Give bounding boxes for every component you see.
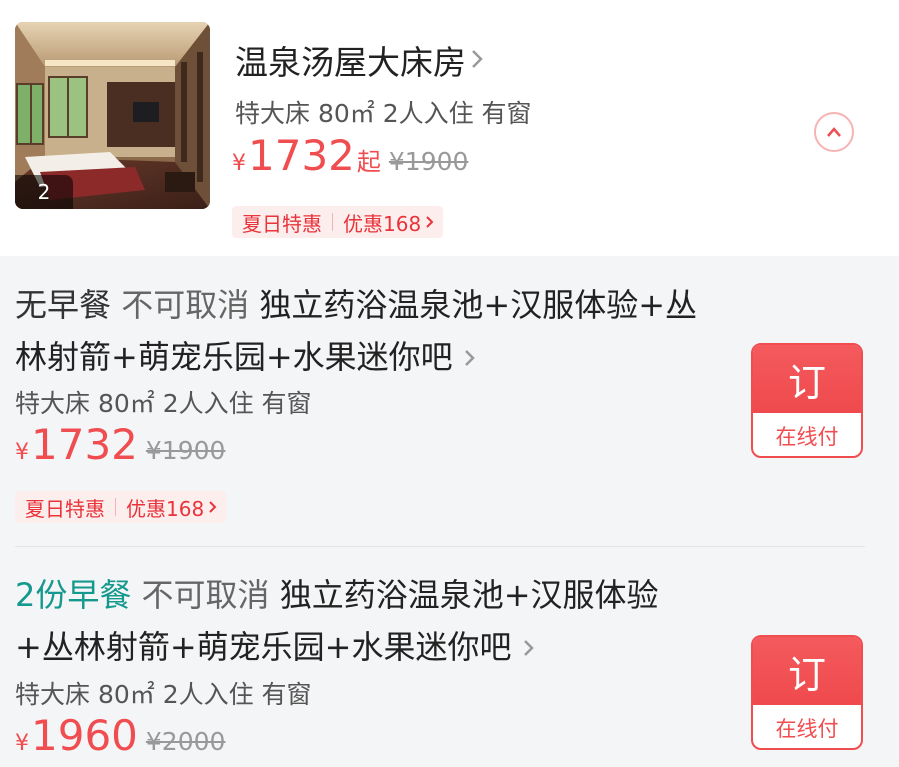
plan-spec: 特大床 80㎡ 2人入住 有窗 bbox=[15, 389, 312, 418]
currency-symbol: ¥ bbox=[232, 151, 246, 176]
original-price: ¥1900 bbox=[388, 147, 469, 176]
currency-symbol: ¥ bbox=[15, 440, 29, 465]
meal-info: 2份早餐 bbox=[15, 576, 132, 614]
price-value: 1960 bbox=[31, 711, 138, 760]
original-price: ¥1900 bbox=[145, 436, 226, 465]
room-title-text: 温泉汤屋大床房 bbox=[235, 43, 466, 82]
pay-online-label: 在线付 bbox=[775, 424, 839, 449]
cancel-policy: 不可取消 bbox=[141, 576, 270, 614]
plan-spec: 特大床 80㎡ 2人入住 有窗 bbox=[15, 680, 312, 709]
room-spec: 特大床 80㎡ 2人入住 有窗 bbox=[235, 99, 532, 128]
promo-tag: 夏日特惠 bbox=[25, 496, 105, 521]
chevron-right-icon bbox=[470, 44, 484, 77]
pay-online-label: 在线付 bbox=[775, 716, 839, 741]
plan-price: ¥ 1960 ¥2000 bbox=[15, 715, 225, 757]
plan-price: ¥ 1732 ¥1900 bbox=[15, 424, 225, 466]
promo-discount: 优惠168 bbox=[343, 211, 422, 236]
promo-badge[interactable]: 夏日特惠 优惠168 bbox=[15, 491, 227, 523]
photo-count-badge: 2 bbox=[15, 175, 73, 209]
collapse-button[interactable] bbox=[814, 112, 854, 152]
original-price: ¥2000 bbox=[145, 727, 226, 756]
package-info: 独立药浴温泉池+汉服体验+丛林射箭+萌宠乐园+水果迷你吧 bbox=[15, 286, 698, 376]
room-title[interactable]: 温泉汤屋大床房 bbox=[235, 36, 484, 84]
chevron-right-icon bbox=[208, 495, 226, 519]
book-button[interactable]: 订 在线付 bbox=[751, 635, 863, 750]
promo-badge[interactable]: 夏日特惠 优惠168 bbox=[232, 206, 444, 238]
book-label: 订 bbox=[753, 345, 861, 413]
price-value: 1732 bbox=[31, 420, 138, 469]
price-suffix: 起 bbox=[356, 148, 381, 176]
room-price: ¥ 1732 起 ¥1900 bbox=[232, 135, 468, 177]
room-card[interactable]: 2 温泉汤屋大床房 特大床 80㎡ 2人入住 有窗 ¥ 1732 起 ¥1900… bbox=[0, 0, 899, 255]
room-photo[interactable]: 2 bbox=[15, 22, 210, 209]
chevron-right-icon bbox=[463, 345, 477, 375]
price-value: 1732 bbox=[248, 131, 355, 180]
book-button[interactable]: 订 在线付 bbox=[751, 343, 863, 458]
chevron-right-icon bbox=[522, 635, 536, 665]
chevron-right-icon bbox=[425, 210, 443, 234]
rate-plan-list: 无早餐 不可取消 独立药浴温泉池+汉服体验+丛林射箭+萌宠乐园+水果迷你吧 特大… bbox=[0, 256, 899, 767]
book-label: 订 bbox=[753, 637, 861, 705]
promo-discount: 优惠168 bbox=[126, 496, 205, 521]
meal-info: 无早餐 bbox=[15, 286, 112, 324]
plan-divider bbox=[15, 546, 865, 547]
plan-description[interactable]: 无早餐 不可取消 独立药浴温泉池+汉服体验+丛林射箭+萌宠乐园+水果迷你吧 bbox=[15, 279, 705, 386]
plan-description[interactable]: 2份早餐 不可取消 独立药浴温泉池+汉服体验+丛林射箭+萌宠乐园+水果迷你吧 bbox=[15, 569, 705, 676]
promo-tag: 夏日特惠 bbox=[242, 211, 322, 236]
cancel-policy: 不可取消 bbox=[121, 286, 250, 324]
currency-symbol: ¥ bbox=[15, 731, 29, 756]
chevron-up-icon bbox=[825, 123, 843, 142]
